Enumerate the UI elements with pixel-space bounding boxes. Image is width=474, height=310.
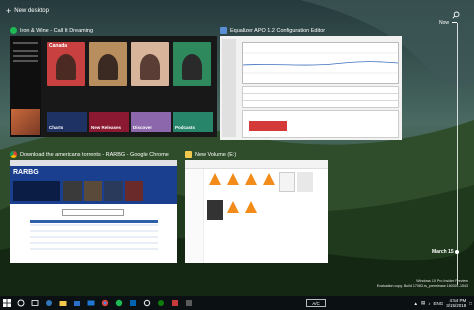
folder-icon bbox=[185, 151, 192, 158]
taskbar: A/C ▲ ▤ ♪ ENG 4:54 PM 3/15/2018 □ bbox=[0, 296, 474, 310]
photos-icon[interactable] bbox=[126, 296, 140, 310]
equalizer-window[interactable]: Equalizer APO 1.2 Configuration Editor bbox=[220, 26, 402, 140]
timeline-date-label: March 15 bbox=[432, 249, 454, 255]
vlc-file-icon[interactable] bbox=[243, 200, 259, 220]
explorer-window[interactable]: New Volume (E:) bbox=[185, 150, 328, 263]
playlist-card-1[interactable]: Canada bbox=[47, 42, 85, 86]
edge-icon[interactable] bbox=[42, 296, 56, 310]
spotify-title-bar[interactable]: Iron & Wine - Call It Dreaming bbox=[10, 26, 217, 35]
volume-icon[interactable]: ♪ bbox=[428, 301, 430, 306]
equalizer-graph[interactable] bbox=[242, 42, 399, 84]
equalizer-spectrum[interactable] bbox=[242, 110, 399, 138]
xbox-icon[interactable] bbox=[154, 296, 168, 310]
timeline-now-marker[interactable] bbox=[452, 22, 457, 23]
spotify-sidebar bbox=[10, 36, 41, 137]
vlc-file-icon[interactable] bbox=[225, 172, 241, 192]
playlist-card-2[interactable] bbox=[89, 42, 127, 86]
equalizer-icon bbox=[220, 27, 227, 34]
system-tray: ▲ ▤ ♪ ENG 4:54 PM 3/15/2018 □ bbox=[414, 296, 473, 310]
clock-date: 3/15/2018 bbox=[446, 303, 467, 308]
timeline-track[interactable] bbox=[457, 23, 458, 285]
windows-watermark: Windows 10 Pro Insider Preview Evaluatio… bbox=[377, 279, 468, 289]
task-view-icon[interactable] bbox=[28, 296, 42, 310]
app-icon[interactable] bbox=[168, 296, 182, 310]
search-box[interactable] bbox=[62, 209, 124, 216]
category-discover[interactable]: Discover bbox=[131, 112, 171, 132]
playlist-card-title: Canada bbox=[49, 43, 68, 49]
playlist-card-4[interactable] bbox=[173, 42, 211, 86]
chrome-window[interactable]: Download the americans torrents - RARBG … bbox=[10, 150, 177, 263]
torrent-table bbox=[30, 220, 158, 258]
timeline-now-label: Now bbox=[439, 20, 450, 26]
equalizer-title: Equalizer APO 1.2 Configuration Editor bbox=[230, 27, 326, 34]
spotify-category-row: Charts New Releases Discover Podcasts bbox=[47, 112, 217, 134]
explorer-title-bar[interactable]: New Volume (E:) bbox=[185, 150, 328, 159]
explorer-content bbox=[185, 160, 328, 263]
category-charts[interactable]: Charts bbox=[47, 112, 87, 132]
app-icon[interactable] bbox=[182, 296, 196, 310]
vlc-file-icon[interactable] bbox=[261, 172, 277, 192]
vlc-file-icon[interactable] bbox=[207, 172, 223, 192]
spotify-window[interactable]: Iron & Wine - Call It Dreaming Canada Ch… bbox=[10, 26, 217, 137]
timeline-date-marker[interactable] bbox=[455, 250, 459, 254]
new-desktop-button[interactable]: + New desktop bbox=[6, 4, 49, 18]
spotify-album-art bbox=[11, 109, 40, 135]
mail-icon[interactable] bbox=[84, 296, 98, 310]
clock[interactable]: 4:54 PM 3/15/2018 bbox=[446, 298, 466, 308]
plus-icon: + bbox=[6, 5, 12, 16]
cortana-icon[interactable] bbox=[14, 296, 28, 310]
chrome-taskbar-icon[interactable] bbox=[98, 296, 112, 310]
chrome-title-bar[interactable]: Download the americans torrents - RARBG … bbox=[10, 150, 177, 159]
category-new-releases[interactable]: New Releases bbox=[89, 112, 129, 132]
network-icon[interactable]: ▤ bbox=[421, 300, 425, 306]
earlier-today-label: Earlier Today bbox=[11, 254, 55, 261]
video-thumbnail[interactable] bbox=[297, 172, 313, 192]
equalizer-content bbox=[220, 36, 402, 140]
vlc-file-icon[interactable] bbox=[243, 172, 259, 192]
spotify-title: Iron & Wine - Call It Dreaming bbox=[20, 27, 94, 34]
search-icon[interactable] bbox=[452, 6, 460, 19]
chrome-title: Download the americans torrents - RARBG … bbox=[20, 151, 169, 158]
language-indicator[interactable]: ENG bbox=[433, 301, 443, 306]
category-podcasts[interactable]: Podcasts bbox=[173, 112, 213, 132]
ac-label: A/C bbox=[312, 300, 320, 306]
spotify-content: Canada Charts New Releases Discover Podc… bbox=[10, 36, 217, 137]
category-label: New Releases bbox=[91, 125, 122, 130]
spotify-taskbar-icon[interactable] bbox=[112, 296, 126, 310]
chevron-up-icon[interactable]: ▲ bbox=[414, 301, 418, 306]
category-label: Charts bbox=[49, 125, 64, 130]
spotify-icon bbox=[10, 27, 17, 34]
playlist-card-3[interactable] bbox=[131, 42, 169, 86]
chrome-icon bbox=[10, 151, 17, 158]
explorer-title: New Volume (E:) bbox=[195, 151, 237, 158]
document-file-icon[interactable] bbox=[279, 172, 295, 192]
video-thumbnail[interactable] bbox=[207, 200, 223, 220]
new-desktop-label: New desktop bbox=[14, 8, 49, 14]
watermark-line2: Evaluation copy. Build 17083.rs_prerelea… bbox=[376, 284, 468, 288]
store-icon[interactable] bbox=[70, 296, 84, 310]
file-explorer-icon[interactable] bbox=[56, 296, 70, 310]
category-label: Podcasts bbox=[175, 125, 196, 130]
rarbg-logo: RARBG bbox=[13, 169, 39, 176]
category-label: Discover bbox=[133, 125, 153, 130]
vlc-file-icon[interactable] bbox=[225, 200, 241, 220]
chrome-content: RARBG bbox=[10, 160, 177, 263]
notifications-icon[interactable]: □ bbox=[469, 301, 472, 306]
equalizer-title-bar[interactable]: Equalizer APO 1.2 Configuration Editor bbox=[220, 26, 402, 35]
settings-icon[interactable] bbox=[140, 296, 154, 310]
ac-button[interactable]: A/C bbox=[306, 299, 326, 307]
start-button[interactable] bbox=[0, 296, 14, 310]
